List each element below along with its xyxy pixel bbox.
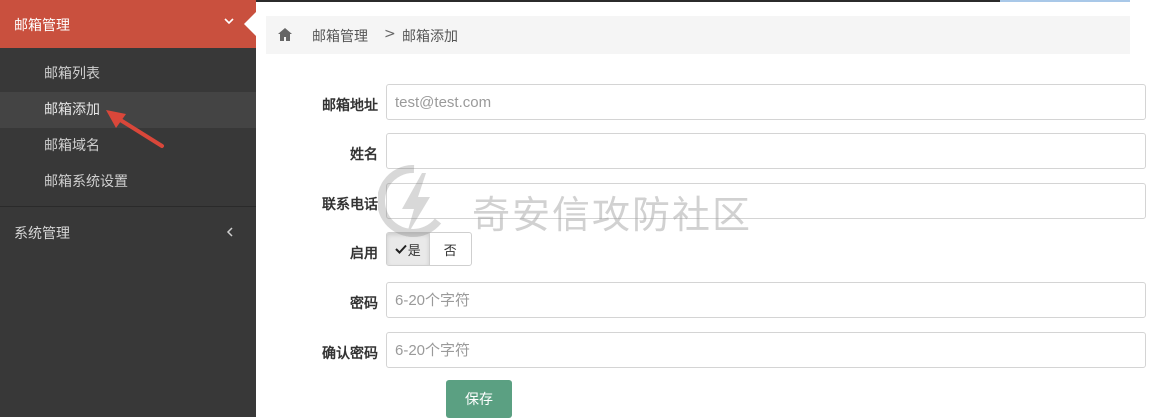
email-label: 邮箱地址 [322, 98, 378, 114]
sidebar-item-mail-list[interactable]: 邮箱列表 [0, 56, 256, 92]
sidebar-divider [0, 206, 256, 207]
watermark-logo-icon [378, 165, 442, 237]
breadcrumb-item-mail-management[interactable]: 邮箱管理 [312, 26, 368, 46]
menu-system-management-label: 系统管理 [14, 226, 70, 242]
save-button[interactable]: 保存 [446, 380, 512, 418]
home-icon [278, 28, 292, 41]
menu-mail-management-label: 邮箱管理 [14, 18, 70, 34]
annotation-arrow-icon [106, 110, 164, 148]
chevron-down-icon [224, 18, 234, 25]
menu-system-management[interactable]: 系统管理 [0, 214, 256, 250]
confirm-password-label: 确认密码 [322, 346, 378, 362]
email-field[interactable] [386, 84, 1146, 120]
breadcrumb: 邮箱管理 > 邮箱添加 [266, 16, 1130, 54]
menu-mail-management[interactable]: 邮箱管理 [0, 0, 256, 48]
name-label: 姓名 [350, 147, 378, 163]
chevron-left-icon [226, 227, 233, 237]
name-field[interactable] [386, 133, 1146, 169]
password-field[interactable] [386, 282, 1146, 318]
sidebar: 邮箱管理 邮箱列表 邮箱添加 邮箱域名 邮箱系统设置 系统管理 [0, 0, 256, 417]
breadcrumb-item-mail-add: 邮箱添加 [402, 29, 458, 45]
check-icon [395, 244, 407, 254]
breadcrumb-separator: > [384, 26, 396, 42]
password-label: 密码 [350, 296, 378, 312]
confirm-password-field[interactable] [386, 332, 1146, 368]
sidebar-item-mail-settings[interactable]: 邮箱系统设置 [0, 164, 256, 200]
enabled-label: 启用 [350, 246, 378, 262]
watermark-text: 奇安信攻防社区 [472, 193, 753, 237]
phone-label: 联系电话 [322, 197, 378, 213]
active-notch [244, 12, 256, 36]
